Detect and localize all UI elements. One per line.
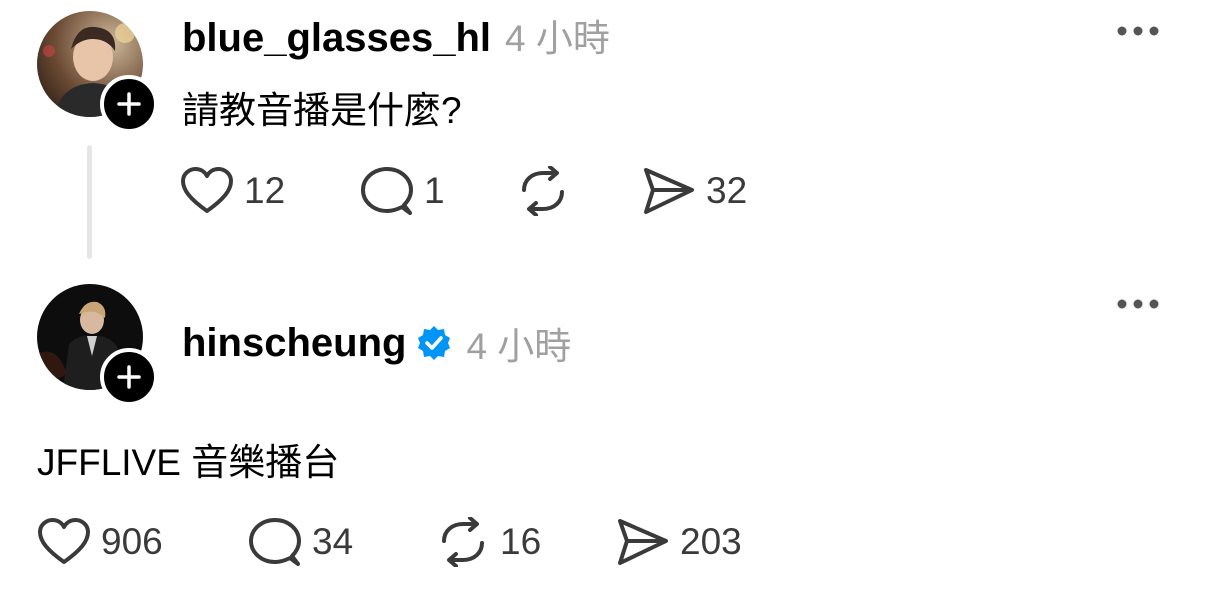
share-icon <box>644 168 694 214</box>
main-post: hinscheung 4 小時 JFFLIVE 音樂播台 906 34 16 2… <box>0 270 1206 597</box>
repost-icon <box>522 166 564 216</box>
share-icon <box>618 519 668 565</box>
timestamp: 4 小時 <box>466 326 572 367</box>
share-button[interactable]: 32 <box>642 166 747 216</box>
reply-button[interactable]: 1 <box>360 166 445 216</box>
username[interactable]: hinscheung <box>182 321 406 366</box>
like-button[interactable]: 906 <box>37 517 163 567</box>
post-text: 請教音播是什麼? <box>182 90 462 131</box>
reply-post: blue_glasses_hl 4 小時 請教音播是什麼? 12 1 32 <box>0 0 1206 270</box>
share-count: 32 <box>706 170 748 211</box>
heart-icon <box>181 167 233 213</box>
post-text: JFFLIVE 音樂播台 <box>37 442 340 483</box>
more-button[interactable] <box>1117 298 1159 310</box>
follow-button[interactable] <box>100 75 158 133</box>
share-button[interactable]: 203 <box>616 517 742 567</box>
share-count: 203 <box>680 521 742 562</box>
repost-button[interactable]: 16 <box>436 517 541 567</box>
like-count: 12 <box>244 170 286 211</box>
timestamp: 4 小時 <box>505 18 610 59</box>
reply-button[interactable]: 34 <box>248 517 353 567</box>
thread-line <box>87 145 92 259</box>
reply-count: 1 <box>424 170 445 211</box>
reply-count: 34 <box>312 521 354 562</box>
like-count: 906 <box>101 521 163 562</box>
post-header: blue_glasses_hl 4 小時 <box>182 8 610 62</box>
plus-icon <box>117 365 141 389</box>
repost-icon <box>442 517 484 567</box>
follow-button[interactable] <box>100 348 158 406</box>
plus-icon <box>117 92 141 116</box>
more-button[interactable] <box>1117 25 1159 37</box>
post-header: hinscheung 4 小時 <box>182 316 571 370</box>
like-button[interactable]: 12 <box>180 166 285 216</box>
heart-icon <box>38 518 90 564</box>
repost-count: 16 <box>500 521 542 562</box>
repost-button[interactable] <box>516 166 580 216</box>
comment-icon <box>249 518 301 566</box>
comment-icon <box>361 167 413 215</box>
username[interactable]: blue_glasses_hl <box>182 16 491 61</box>
more-icon <box>1117 299 1159 309</box>
more-icon <box>1117 26 1159 36</box>
verified-badge-icon <box>416 325 452 361</box>
